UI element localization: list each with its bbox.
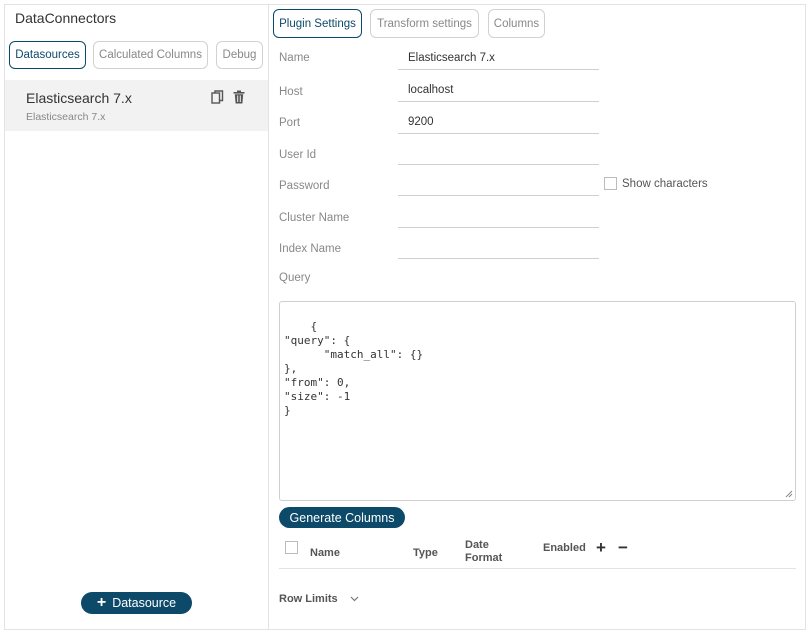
index-name-field[interactable]	[398, 239, 599, 259]
password-field[interactable]	[398, 176, 599, 196]
tab-calculated-columns[interactable]: Calculated Columns	[93, 41, 208, 69]
name-label: Name	[279, 52, 310, 64]
copy-icon[interactable]	[209, 89, 225, 105]
index-name-label: Index Name	[279, 243, 342, 255]
remove-column-button[interactable]: −	[618, 539, 628, 556]
generate-columns-button[interactable]: Generate Columns	[279, 507, 405, 528]
query-label: Query	[279, 272, 311, 284]
datasource-type: Elasticsearch 7.x	[26, 111, 106, 123]
tab-datasources[interactable]: Datasources	[9, 41, 86, 69]
datasource-name: Elasticsearch 7.x	[26, 90, 132, 106]
row-limits-label: Row Limits	[279, 593, 338, 605]
select-all-checkbox[interactable]	[285, 541, 298, 554]
columns-table-header: Name Type Date Format Enabled + −	[279, 534, 796, 569]
port-label: Port	[279, 117, 301, 129]
add-datasource-button[interactable]: + Datasource	[81, 592, 192, 614]
host-label: Host	[279, 86, 303, 98]
tab-debug[interactable]: Debug	[216, 41, 263, 69]
query-editor[interactable]: { "query": { "match_all": {} }, "from": …	[279, 301, 796, 501]
user-id-field[interactable]	[398, 145, 599, 165]
tab-transform-settings[interactable]: Transform settings	[370, 9, 479, 38]
column-header-enabled: Enabled	[543, 542, 586, 554]
column-header-date-format: Date Format	[465, 539, 503, 564]
row-limits-toggle[interactable]: Row Limits	[279, 593, 359, 605]
chevron-down-icon	[350, 596, 359, 602]
name-field[interactable]: Elasticsearch 7.x	[398, 50, 599, 70]
column-header-type: Type	[413, 547, 438, 559]
cluster-name-label: Cluster Name	[279, 212, 350, 224]
plus-icon: +	[96, 594, 107, 611]
tab-plugin-settings[interactable]: Plugin Settings	[273, 9, 362, 38]
show-characters-label: Show characters	[622, 177, 708, 190]
port-field[interactable]: 9200	[398, 114, 599, 134]
add-datasource-label: Datasource	[112, 596, 177, 610]
column-header-name: Name	[310, 547, 340, 559]
datasource-list-item[interactable]: Elasticsearch 7.x Elasticsearch 7.x	[5, 80, 268, 131]
tab-columns[interactable]: Columns	[488, 9, 545, 38]
password-label: Password	[279, 180, 330, 192]
trash-icon[interactable]	[231, 89, 247, 105]
resize-grip-icon[interactable]	[785, 490, 793, 498]
host-field[interactable]: localhost	[398, 82, 599, 102]
show-characters-checkbox[interactable]	[604, 177, 617, 190]
cluster-name-field[interactable]	[398, 208, 599, 228]
user-id-label: User Id	[279, 149, 317, 161]
datasources-panel: DataConnectors Datasources Calculated Co…	[4, 4, 269, 630]
settings-panel: Plugin Settings Transform settings Colum…	[270, 4, 806, 630]
show-characters-toggle[interactable]: Show characters	[604, 177, 708, 190]
query-text: { "query": { "match_all": {} }, "from": …	[284, 320, 424, 417]
app-title: DataConnectors	[15, 10, 117, 26]
add-column-button[interactable]: +	[596, 539, 606, 556]
